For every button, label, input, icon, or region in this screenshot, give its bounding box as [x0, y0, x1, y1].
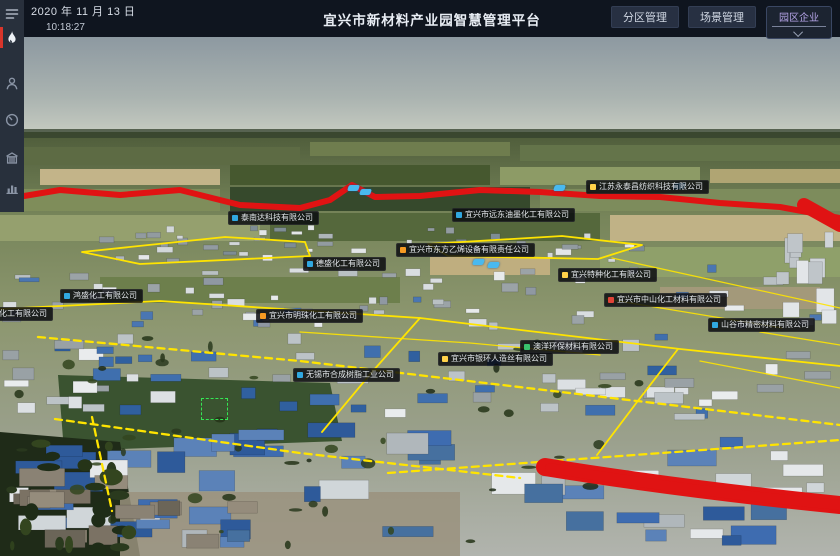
page-title: 宜兴市新材料产业园智慧管理平台: [323, 9, 541, 29]
company-marker-icon: [456, 212, 462, 218]
company-label-text: 宜兴市东方乙烯设备有限责任公司: [409, 246, 529, 254]
company-label[interactable]: 宜兴市银环人造丝有限公司: [438, 352, 553, 366]
company-label[interactable]: 山谷市精密材料有限公司: [708, 318, 815, 332]
company-marker-icon: [608, 297, 614, 303]
company-label[interactable]: 宜兴市东方乙烯设备有限责任公司: [396, 243, 535, 257]
sidebar-item-user[interactable]: [4, 76, 20, 92]
sidebar-item-menu[interactable]: [4, 6, 20, 22]
company-label-text: 宜兴市银环人造丝有限公司: [451, 355, 547, 363]
sidebar-item-statistics[interactable]: [4, 180, 20, 196]
datetime-block: 2020 年 11 月 13 日 10:18:27: [31, 3, 135, 33]
company-marker-icon: [590, 184, 596, 190]
company-label-text: 宜兴市远东油墨化工有限公司: [465, 211, 569, 219]
company-label[interactable]: 宜兴特种化工有限公司: [558, 268, 657, 282]
company-label[interactable]: 无锡市合成树脂工业公司: [293, 368, 400, 382]
current-time: 10:18:27: [46, 22, 135, 33]
map-3d-view[interactable]: 泰南达科技有限公司 宜兴市远东油墨化工有限公司宜兴市东方乙烯设备有限责任公司 江苏永…: [0, 37, 840, 556]
header-actions: 分区管理 场景管理 园区企业: [602, 6, 832, 39]
active-item-indicator: [0, 27, 3, 48]
company-marker-icon: [307, 261, 313, 267]
company-marker-icon: [524, 344, 530, 350]
zone-manage-button[interactable]: 分区管理: [611, 6, 679, 28]
company-marker-icon: [442, 356, 448, 362]
top-bar: 2020 年 11 月 13 日 10:18:27 宜兴市新材料产业园智慧管理平…: [24, 0, 840, 37]
company-label[interactable]: 泰南达科技有限公司: [228, 211, 319, 225]
park-enterprise-label: 园区企业: [772, 9, 826, 27]
company-label-text: 江苏永泰昌纺织科技有限公司: [599, 183, 703, 191]
company-marker-icon: [64, 293, 70, 299]
sidebar: [0, 0, 24, 212]
sidebar-item-enterprise[interactable]: [4, 150, 20, 166]
chevron-down-icon: [793, 27, 803, 37]
company-marker-icon: [260, 313, 266, 319]
company-marker-icon: [712, 322, 718, 328]
current-date: 2020 年 11 月 13 日: [31, 3, 135, 19]
company-label-text: 宜兴特种化工有限公司: [571, 271, 651, 279]
company-label[interactable]: 德盛化工有限公司: [303, 257, 386, 271]
company-marker-icon: [232, 215, 238, 221]
company-label-text: 鸿盛化工有限公司: [73, 292, 137, 300]
company-label-text: 泰南达科技有限公司: [241, 214, 313, 222]
company-label[interactable]: 化工有限公司: [0, 307, 53, 321]
company-label-text: 德盛化工有限公司: [316, 260, 380, 268]
park-enterprise-dropdown[interactable]: 园区企业: [766, 6, 832, 39]
company-label-text: 化工有限公司: [0, 310, 47, 318]
building-icon: [4, 150, 20, 166]
menu-icon: [4, 6, 20, 22]
sidebar-item-monitor[interactable]: [4, 112, 20, 128]
company-labels-layer: 泰南达科技有限公司 宜兴市远东油墨化工有限公司宜兴市东方乙烯设备有限责任公司 江苏永…: [0, 37, 840, 556]
bar-chart-icon: [4, 180, 20, 196]
gauge-icon: [4, 112, 20, 128]
company-marker-icon: [562, 272, 568, 278]
sidebar-item-fire[interactable]: [4, 30, 20, 46]
company-label[interactable]: 江苏永泰昌纺织科技有限公司: [586, 180, 709, 194]
company-label[interactable]: 宜兴市明珠化工有限公司: [256, 309, 363, 323]
scene-manage-button[interactable]: 场景管理: [688, 6, 756, 28]
company-label-text: 无锡市合成树脂工业公司: [306, 371, 394, 379]
company-label-text: 澳洋环保材料有限公司: [533, 343, 613, 351]
company-label-text: 山谷市精密材料有限公司: [721, 321, 809, 329]
flame-icon: [4, 30, 20, 46]
company-label[interactable]: 鸿盛化工有限公司: [60, 289, 143, 303]
company-label[interactable]: 宜兴市远东油墨化工有限公司: [452, 208, 575, 222]
person-icon: [4, 76, 20, 92]
company-marker-icon: [297, 372, 303, 378]
company-label-text: 宜兴市明珠化工有限公司: [269, 312, 357, 320]
company-label-text: 宜兴市中山化工材料有限公司: [617, 296, 721, 304]
company-marker-icon: [400, 247, 406, 253]
selection-box: [201, 398, 228, 420]
company-label[interactable]: 宜兴市中山化工材料有限公司: [604, 293, 727, 307]
